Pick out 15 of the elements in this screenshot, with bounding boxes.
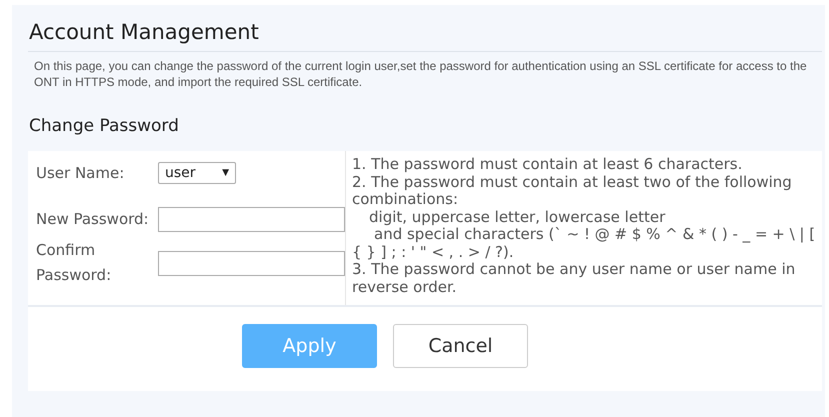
password-field[interactable] xyxy=(158,206,345,232)
page-title: Account Management xyxy=(28,5,822,52)
rule-text: 3. The password cannot be any user name or user name in reverse order. xyxy=(352,261,796,296)
field-label: User Name: xyxy=(36,162,126,184)
section-title: Change Password xyxy=(28,115,180,138)
rule-text: 2. The password must contain at least two of the following combinations: xyxy=(352,174,793,208)
field-label: New Password: xyxy=(36,208,150,230)
page-description: On this page, you can change the password of the current login user,set the password for authentication using an SSL certificate for access to the ONT in HTTPS mode, and import the required SSL certificate. xyxy=(33,58,808,91)
rule-text: and special characters (` ~ ! @ # $ % ^ & * ( ) - _ = + \ | [ { } ] ; : ' " < , . > / ?). xyxy=(352,226,816,261)
rule-text: 1. The password must contain at least 6 characters. xyxy=(352,156,744,174)
field-label: Confirm Password: xyxy=(36,240,112,286)
user-select[interactable]: user ▼ xyxy=(158,162,236,184)
password-field[interactable] xyxy=(158,250,345,276)
cancel-button[interactable]: Cancel xyxy=(393,324,528,368)
rule-text: digit, uppercase letter, lowercase letter xyxy=(368,208,666,226)
